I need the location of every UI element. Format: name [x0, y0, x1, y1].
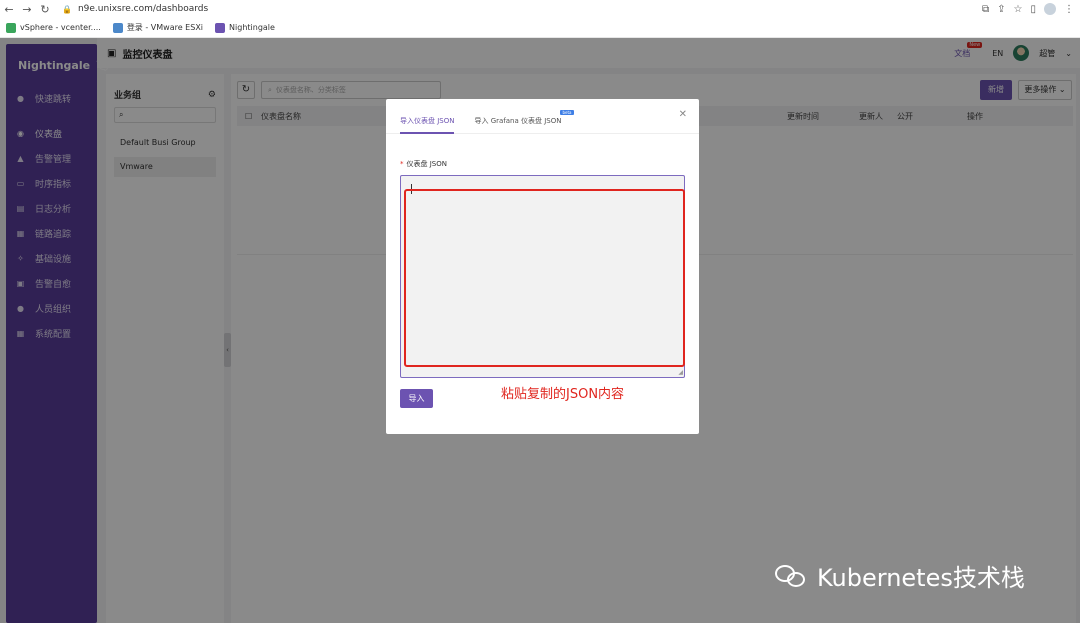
nightingale-icon	[215, 22, 226, 33]
annotation-highlight-box	[404, 189, 685, 367]
menu-icon[interactable]: ⋮	[1064, 4, 1074, 15]
sidepanel-icon[interactable]: ▯	[1030, 4, 1036, 15]
import-button[interactable]: 导入	[400, 389, 433, 408]
required-marker: *	[400, 160, 404, 168]
url-text: n9e.unixsre.com/dashboards	[77, 4, 209, 14]
resize-grip-icon[interactable]: ◢	[678, 369, 683, 376]
bookmark-esxi[interactable]: 登录 - VMware ESXi	[112, 22, 203, 33]
bookmarks-bar: vSphere - vcenter.... 登录 - VMware ESXi N…	[0, 18, 1080, 38]
star-icon[interactable]: ☆	[1014, 4, 1023, 15]
json-field-label: * 仪表盘 JSON	[400, 160, 447, 168]
esxi-icon	[112, 22, 123, 33]
watermark: Kubernetes技术栈	[775, 558, 1025, 593]
tab-import-grafana[interactable]: 导入 Grafana 仪表盘 JSON beta	[474, 110, 574, 134]
browser-toolbar: ← → ↻ 🔒 n9e.unixsre.com/dashboards ⧉ ⇪ ☆…	[0, 0, 1080, 18]
modal-tabs: 导入仪表盘 JSON 导入 Grafana 仪表盘 JSON beta	[386, 99, 699, 134]
close-icon[interactable]: ✕	[679, 109, 687, 120]
translate-icon[interactable]: ⧉	[982, 4, 989, 15]
beta-badge: beta	[560, 110, 574, 115]
vsphere-icon	[6, 22, 16, 33]
lock-icon: 🔒	[62, 4, 72, 14]
bookmark-nightingale[interactable]: Nightingale	[215, 22, 275, 33]
address-bar[interactable]: 🔒 n9e.unixsre.com/dashboards	[62, 4, 208, 14]
annotation-text: 粘贴复制的JSON内容	[501, 387, 625, 402]
share-icon[interactable]: ⇪	[997, 4, 1005, 15]
reload-icon[interactable]: ↻	[36, 3, 54, 16]
profile-avatar[interactable]	[1044, 3, 1056, 15]
forward-icon[interactable]: →	[18, 3, 36, 16]
bookmark-vsphere[interactable]: vSphere - vcenter....	[6, 22, 101, 33]
wechat-icon	[775, 563, 809, 589]
tab-import-json[interactable]: 导入仪表盘 JSON	[400, 116, 455, 134]
back-icon[interactable]: ←	[0, 3, 18, 16]
